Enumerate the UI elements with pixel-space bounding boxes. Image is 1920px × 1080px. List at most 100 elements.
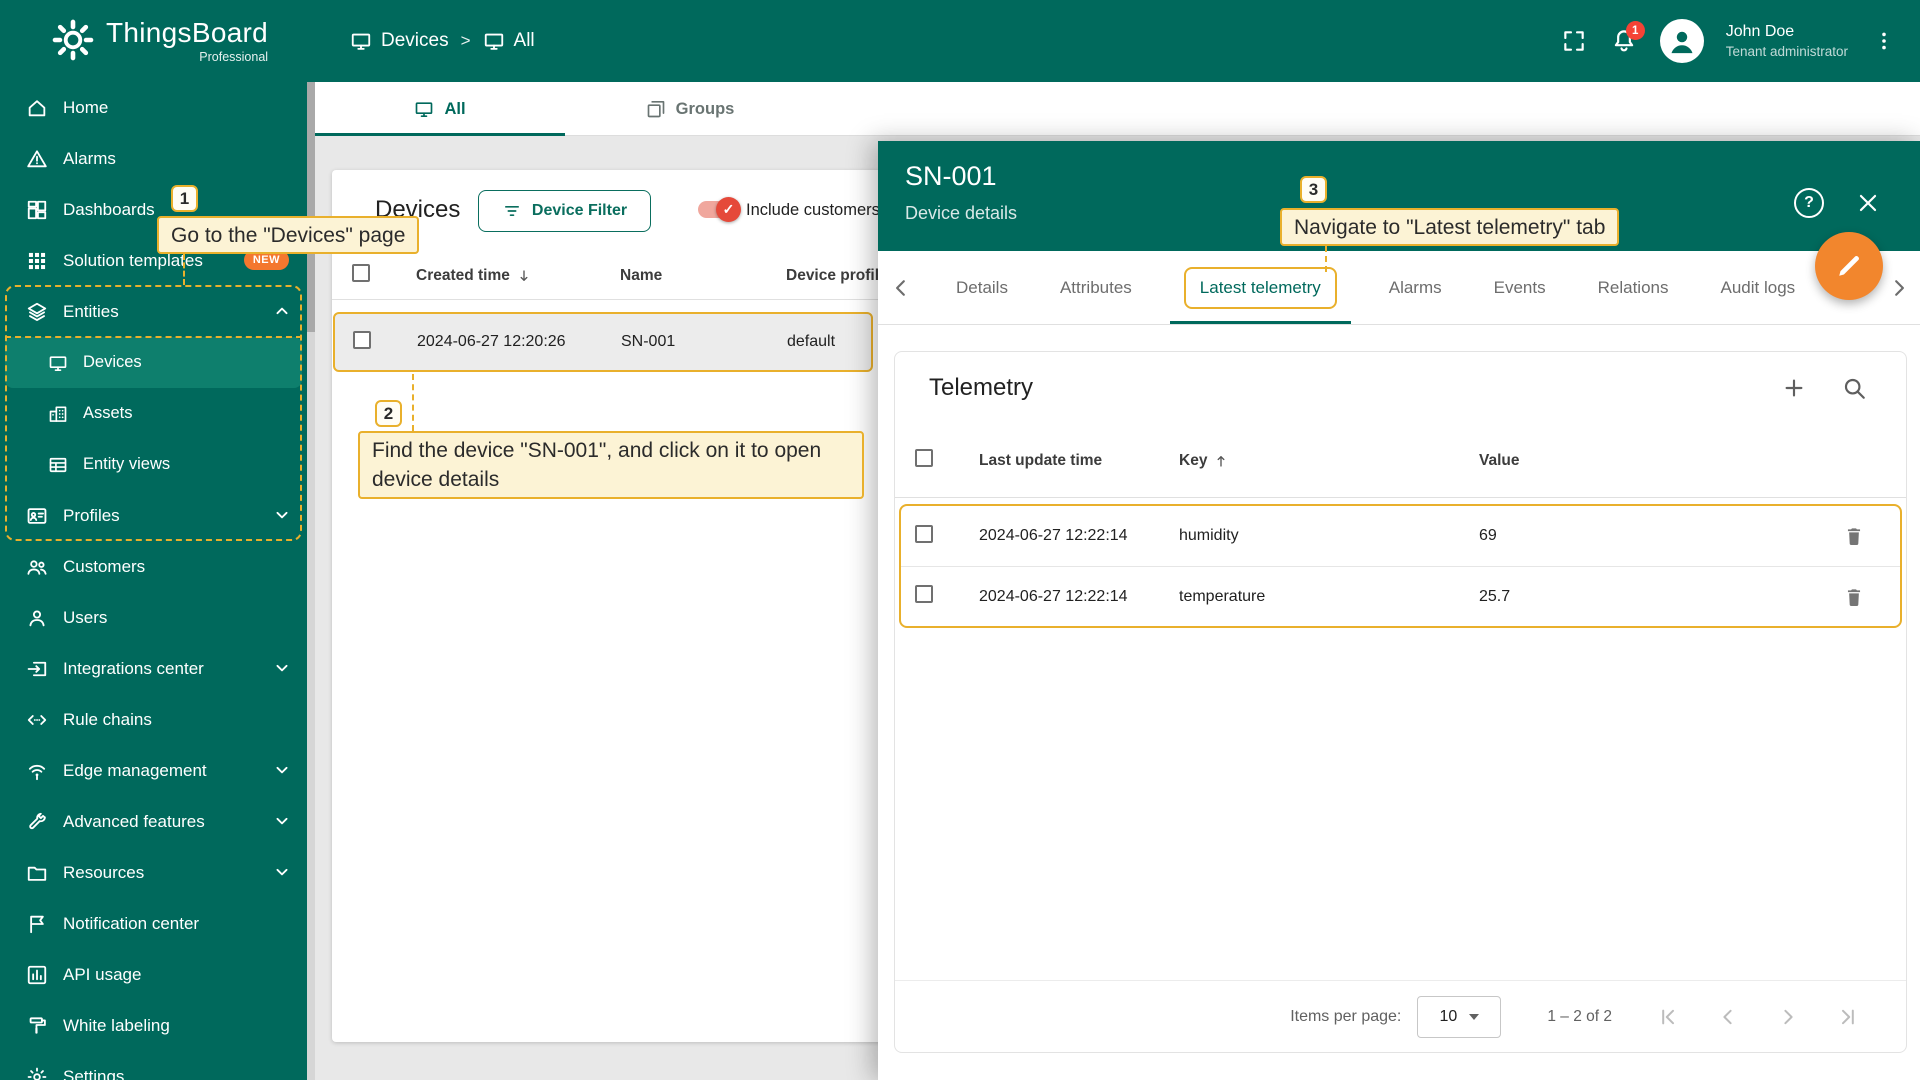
sidebar-scrollbar-thumb[interactable] [307,82,315,332]
sidebar-item-settings[interactable]: Settings [0,1051,307,1080]
add-telemetry-icon[interactable] [1781,375,1807,401]
edge-icon [26,760,48,782]
sort-asc-icon [1213,453,1229,469]
sidebar-item-customers[interactable]: Customers [0,541,307,592]
sidebar-item-entities[interactable]: Entities [0,286,307,337]
user-avatar[interactable] [1660,19,1704,63]
select-all-checkbox[interactable] [352,264,370,282]
column-created-time[interactable]: Created time [416,267,620,285]
cell-time: 2024-06-27 12:22:14 [979,527,1179,545]
sidebar-item-rule-chains[interactable]: Rule chains [0,694,307,745]
tab-attributes[interactable]: Attributes [1034,251,1158,324]
sidebar-item-label: Home [63,98,108,118]
assets-icon [48,404,68,424]
row-checkbox[interactable] [915,525,933,543]
sidebar-item-devices[interactable]: Devices [5,337,302,388]
fullscreen-icon[interactable] [1560,27,1588,55]
close-icon[interactable] [1855,190,1881,216]
edit-fab-button[interactable] [1815,232,1883,300]
sidebar-item-assets[interactable]: Assets [0,388,307,439]
app-logo[interactable]: ThingsBoard Professional [50,17,268,64]
tabs-scroll-right-icon[interactable] [1886,275,1912,301]
breadcrumb-separator: > [461,31,471,51]
include-customers-toggle[interactable]: ✓ [698,201,738,218]
chevron-down-icon [271,861,293,883]
sidebar-item-solution-templates[interactable]: Solution templates NEW [0,235,307,286]
sidebar-item-profiles[interactable]: Profiles [0,490,307,541]
row-checkbox[interactable] [353,331,371,349]
device-filter-label: Device Filter [532,202,627,220]
cell-value: 25.7 [1479,588,1822,606]
caret-down-icon [1469,1014,1479,1020]
notifications-bell-icon[interactable]: 1 [1610,27,1638,55]
tab-relations[interactable]: Relations [1572,251,1695,324]
breadcrumb-all[interactable]: All [483,30,535,52]
cell-key: humidity [1179,527,1479,545]
delete-trash-icon[interactable] [1843,586,1865,608]
breadcrumb-devices[interactable]: Devices [350,30,449,52]
column-last-update-time: Last update time [979,452,1179,470]
tab-all[interactable]: All [315,82,565,136]
cell-device-name: SN-001 [621,333,787,351]
telemetry-paginator: Items per page: 10 1 – 2 of 2 [895,980,1906,1052]
sidebar-item-home[interactable]: Home [0,82,307,133]
devices-title: Devices [375,196,460,224]
toggle-check-icon: ✓ [716,197,741,222]
devices-icon [350,30,372,52]
tab-groups[interactable]: Groups [565,82,815,136]
kebab-menu-icon[interactable] [1870,27,1898,55]
cell-key: temperature [1179,588,1479,606]
entity-views-icon [48,455,68,475]
include-customers-label: Include customers [746,201,880,220]
sidebar-scrollbar[interactable] [307,82,315,1080]
tab-audit-logs[interactable]: Audit logs [1695,251,1822,324]
sidebar-item-advanced-features[interactable]: Advanced features [0,796,307,847]
user-info[interactable]: John Doe Tenant administrator [1726,21,1848,61]
column-name[interactable]: Name [620,267,786,285]
items-per-page-label: Items per page: [1290,1008,1401,1026]
sidebar-item-alarms[interactable]: Alarms [0,133,307,184]
select-all-checkbox[interactable] [915,449,933,467]
column-key[interactable]: Key [1179,452,1479,470]
integrations-icon [26,658,48,680]
tab-events[interactable]: Events [1468,251,1572,324]
cell-value: 69 [1479,527,1822,545]
sidebar-item-api-usage[interactable]: API usage [0,949,307,1000]
row-checkbox[interactable] [915,585,933,603]
last-page-icon[interactable] [1836,1005,1860,1029]
tabs-scroll-left-icon[interactable] [888,275,914,301]
first-page-icon[interactable] [1656,1005,1680,1029]
sidebar-item-integrations-center[interactable]: Integrations center [0,643,307,694]
sidebar-item-edge-management[interactable]: Edge management [0,745,307,796]
sidebar-item-label: Resources [63,863,144,883]
drawer-tabbar: Details Attributes Latest telemetry Alar… [878,251,1920,325]
next-page-icon[interactable] [1776,1005,1800,1029]
entity-tabbar: All Groups [315,82,1920,136]
tab-details[interactable]: Details [930,251,1034,324]
search-icon[interactable] [1841,375,1867,401]
delete-trash-icon[interactable] [1843,525,1865,547]
thingsboard-gear-icon [50,17,96,63]
device-table-row[interactable]: 2024-06-27 12:20:26 SN-001 default [333,312,873,372]
sidebar-item-notification-center[interactable]: Notification center [0,898,307,949]
items-per-page-select[interactable]: 10 [1417,996,1501,1038]
help-icon[interactable]: ? [1794,188,1824,218]
telemetry-table-header: Last update time Key Value [895,424,1906,498]
sidebar-item-users[interactable]: Users [0,592,307,643]
sidebar-item-entity-views[interactable]: Entity views [0,439,307,490]
previous-page-icon[interactable] [1716,1005,1740,1029]
sidebar-item-label: Edge management [63,761,207,781]
sidebar-item-label: Alarms [63,149,116,169]
tab-label: All [444,100,465,119]
drawer-title: SN-001 [905,161,997,192]
sidebar-item-white-labeling[interactable]: White labeling [0,1000,307,1051]
tab-alarms[interactable]: Alarms [1363,251,1468,324]
tab-latest-telemetry[interactable]: Latest telemetry [1158,251,1363,324]
app-name: ThingsBoard [106,17,268,49]
groups-icon [646,99,666,119]
sidebar-item-label: Profiles [63,506,120,526]
device-filter-button[interactable]: Device Filter [478,190,651,232]
sidebar-item-dashboards[interactable]: Dashboards [0,184,307,235]
filter-icon [502,201,522,221]
sidebar-item-resources[interactable]: Resources [0,847,307,898]
